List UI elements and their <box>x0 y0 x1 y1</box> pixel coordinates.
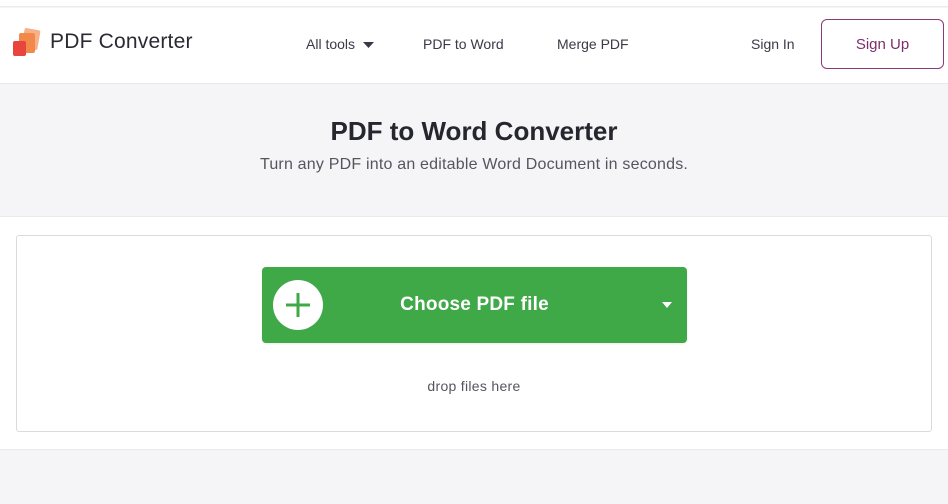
nav-all-tools-label: All tools <box>306 36 356 52</box>
sign-in-link[interactable]: Sign In <box>751 36 795 52</box>
sign-up-button[interactable]: Sign Up <box>821 19 944 69</box>
file-dropzone[interactable]: Choose PDF file drop files here <box>16 235 932 432</box>
nav-pdf-to-word[interactable]: PDF to Word <box>423 36 504 52</box>
choose-pdf-button[interactable]: Choose PDF file <box>262 267 687 343</box>
page-subtitle: Turn any PDF into an editable Word Docum… <box>259 156 689 173</box>
choose-pdf-label: Choose PDF file <box>400 294 549 315</box>
page-title: PDF to Word Converter <box>330 116 618 146</box>
brand-name[interactable]: PDF Converter <box>50 30 193 54</box>
top-edge-strip <box>0 0 948 7</box>
upload-panel: Choose PDF file drop files here <box>0 216 948 450</box>
chevron-down-icon <box>363 41 375 48</box>
nav-all-tools[interactable]: All tools <box>306 36 375 52</box>
drop-files-hint: drop files here <box>427 378 521 394</box>
stacked-pages-logo-icon[interactable] <box>12 28 42 58</box>
caret-down-icon[interactable] <box>661 300 673 310</box>
top-header: PDF Converter All tools PDF to Word Merg… <box>0 8 948 84</box>
nav-merge-pdf[interactable]: Merge PDF <box>557 36 629 52</box>
